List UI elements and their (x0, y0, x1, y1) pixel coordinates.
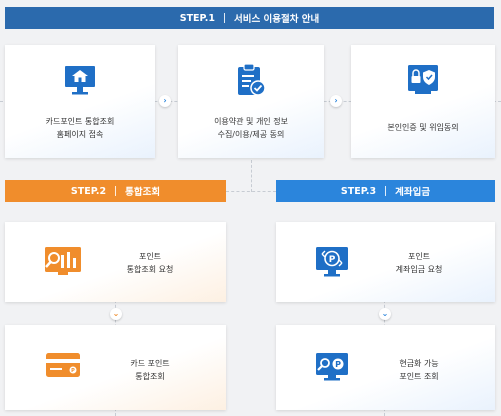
point-search-icon: P (314, 351, 350, 387)
step2-title: 통합조회 (125, 187, 161, 198)
point-transfer-icon: P (314, 244, 350, 284)
arrow-right-icon: › (159, 95, 171, 107)
arrow-right-icon: › (330, 95, 342, 107)
arrow-down-icon: ⌄ (379, 308, 391, 320)
connector-bars (226, 191, 276, 192)
card-label: 이용약관 및 개인 정보 수집/이용/제공 동의 (214, 117, 288, 139)
chart-search-icon (43, 244, 83, 284)
divider (385, 186, 387, 196)
step1-card-access: 카드포인트 통합조회 홈페이지 접속 (5, 45, 155, 158)
step2-card-inquiry: P 카드 포인트 통합조회 (5, 325, 226, 410)
connector-stem (251, 160, 252, 192)
lock-shield-icon (405, 63, 441, 101)
card-label: 카드 포인트 통합조회 (130, 359, 170, 381)
card-label: 본인인증 및 위임동의 (387, 123, 459, 132)
step1-label: STEP.1 (179, 12, 215, 24)
step2-header: STEP.2 통합조회 (5, 180, 226, 202)
credit-card-icon: P (45, 351, 81, 383)
divider (223, 13, 225, 23)
arrow-down-icon: ⌄ (110, 308, 122, 320)
step1-title: 서비스 이용절차 안내 (233, 14, 320, 25)
monitor-home-icon (62, 63, 98, 101)
step3-title: 계좌입금 (395, 187, 431, 198)
step3-card-inquiry: P 현금화 가능 포인트 조회 (276, 325, 495, 410)
step2-card-request: 포인트 통합조회 요청 (5, 222, 226, 302)
step1-card-consent: 이용약관 및 개인 정보 수집/이용/제공 동의 (178, 45, 324, 158)
step3-card-request: P 포인트 계좌입금 요청 (276, 222, 495, 302)
step3-header: STEP.3 계좌입금 (276, 180, 495, 202)
step1-card-auth: 본인인증 및 위임동의 (351, 45, 495, 158)
card-label: 포인트 통합조회 요청 (126, 252, 174, 274)
card-label: 현금화 가능 포인트 조회 (399, 359, 439, 381)
svg-text:P: P (329, 255, 336, 265)
step2-label: STEP.2 (70, 185, 107, 197)
card-label: 포인트 계좌입금 요청 (395, 252, 443, 274)
divider (115, 186, 117, 196)
svg-text:P: P (335, 360, 341, 369)
svg-text:P: P (71, 368, 75, 374)
step1-header: STEP.1 서비스 이용절차 안내 (5, 7, 494, 29)
clipboard-check-icon (233, 63, 269, 103)
card-label: 카드포인트 통합조회 홈페이지 접속 (45, 117, 115, 139)
step3-label: STEP.3 (340, 185, 377, 197)
